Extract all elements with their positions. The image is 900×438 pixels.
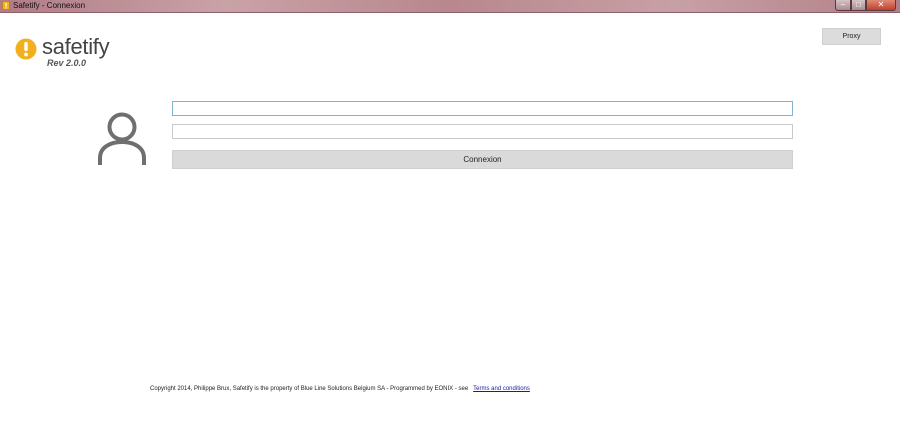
password-input[interactable] <box>172 124 793 139</box>
username-input[interactable] <box>172 101 793 116</box>
window-titlebar[interactable]: Safetify - Connexion – □ ✕ <box>0 0 900 13</box>
maximize-icon[interactable]: □ <box>851 0 866 11</box>
footer: Copyright 2014, Philippe Brux, Safetify … <box>150 385 530 393</box>
safetify-logo-icon <box>15 38 37 60</box>
connexion-button[interactable]: Connexion <box>172 150 793 169</box>
close-icon[interactable]: ✕ <box>866 0 896 11</box>
user-icon <box>98 112 146 165</box>
app-revision: Rev 2.0.0 <box>47 58 87 68</box>
logo-wordmark: safetify <box>42 34 110 59</box>
window-title: Safetify - Connexion <box>13 1 86 10</box>
copyright-text: Copyright 2014, Philippe Brux, Safetify … <box>150 386 469 392</box>
minimize-icon[interactable]: – <box>835 0 851 11</box>
proxy-button[interactable]: Proxy <box>822 28 881 45</box>
terms-link[interactable]: Terms and conditions <box>473 386 530 392</box>
app-icon <box>2 1 10 10</box>
window-controls: – □ ✕ <box>835 0 896 11</box>
